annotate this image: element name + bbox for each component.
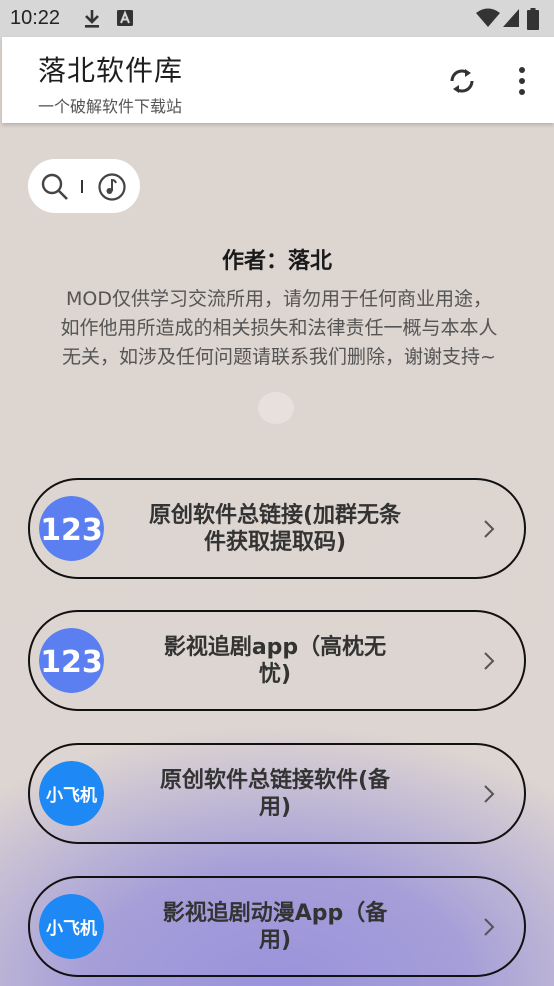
wifi-icon <box>476 8 500 27</box>
link-card-video-app[interactable]: 123 影视追剧app（高枕无 忧) <box>28 610 526 711</box>
app-bar: 落北软件库 一个破解软件下载站 <box>2 37 554 123</box>
music-note-icon[interactable] <box>97 172 127 202</box>
download-icon <box>85 10 99 28</box>
search-pill[interactable] <box>28 159 140 213</box>
link-label-line: 影视追剧动漫App（备 <box>162 900 388 926</box>
disclaimer-line: 无关，如涉及任何问题请联系我们删除，谢谢支持~ <box>62 346 496 368</box>
chevron-right-icon <box>484 785 495 803</box>
123-pan-icon: 123 <box>39 496 104 561</box>
signal-icon <box>503 9 519 27</box>
link-label-line: 用) <box>258 927 292 953</box>
battery-icon <box>527 8 539 30</box>
link-card-original-software[interactable]: 123 原创软件总链接(加群无条 件获取提取码) <box>28 478 526 579</box>
link-label-line: 用) <box>258 794 292 820</box>
link-label: 原创软件总链接软件(备 用) <box>130 745 420 842</box>
link-label-line: 原创软件总链接(加群无条 <box>148 502 402 528</box>
disclaimer-line: MOD仅供学习交流所用，请勿用于任何商业用途， <box>66 288 492 310</box>
123-pan-icon: 123 <box>39 628 104 693</box>
more-vert-icon[interactable] <box>514 65 530 97</box>
link-card-original-software-backup[interactable]: 小飞机 原创软件总链接软件(备 用) <box>28 743 526 844</box>
status-time: 10:22 <box>10 7 61 29</box>
link-label-line: 影视追剧app（高枕无 <box>163 634 387 660</box>
author-heading: 作者：落北 <box>221 249 332 274</box>
link-card-video-anime-backup[interactable]: 小飞机 影视追剧动漫App（备 用) <box>28 876 526 977</box>
link-label-line: 件获取提取码) <box>203 529 347 555</box>
chevron-right-icon <box>484 918 495 936</box>
disclaimer-line: 如作他用所造成的相关损失和法律责任一概与本本人 <box>60 317 498 339</box>
link-label: 影视追剧app（高枕无 忧) <box>130 612 420 709</box>
link-label: 原创软件总链接(加群无条 件获取提取码) <box>130 480 420 577</box>
icon-text: 小飞机 <box>46 918 97 939</box>
refresh-icon[interactable] <box>446 65 478 97</box>
app-subtitle: 一个破解软件下载站 <box>38 97 183 116</box>
icon-text: 小飞机 <box>46 785 97 806</box>
disclaimer-text: MOD仅供学习交流所用，请勿用于任何商业用途， 如作他用所造成的相关损失和法律责… <box>26 285 532 372</box>
app-title: 落北软件库 <box>38 54 184 87</box>
xiaofeiji-icon: 小飞机 <box>39 894 104 959</box>
icon-text: 123 <box>40 513 103 548</box>
xiaofeiji-icon: 小飞机 <box>39 761 104 826</box>
icon-text: 123 <box>40 645 103 680</box>
link-label-line: 原创软件总链接软件(备 <box>159 767 391 793</box>
notification-a-icon <box>117 10 133 26</box>
link-label: 影视追剧动漫App（备 用) <box>130 878 420 975</box>
chevron-right-icon <box>484 520 495 538</box>
decorative-blob <box>258 392 294 424</box>
status-bar: 10:22 <box>0 0 554 37</box>
link-label-line: 忧) <box>258 661 292 687</box>
search-icon[interactable] <box>40 172 70 202</box>
search-divider <box>81 180 83 193</box>
chevron-right-icon <box>484 652 495 670</box>
